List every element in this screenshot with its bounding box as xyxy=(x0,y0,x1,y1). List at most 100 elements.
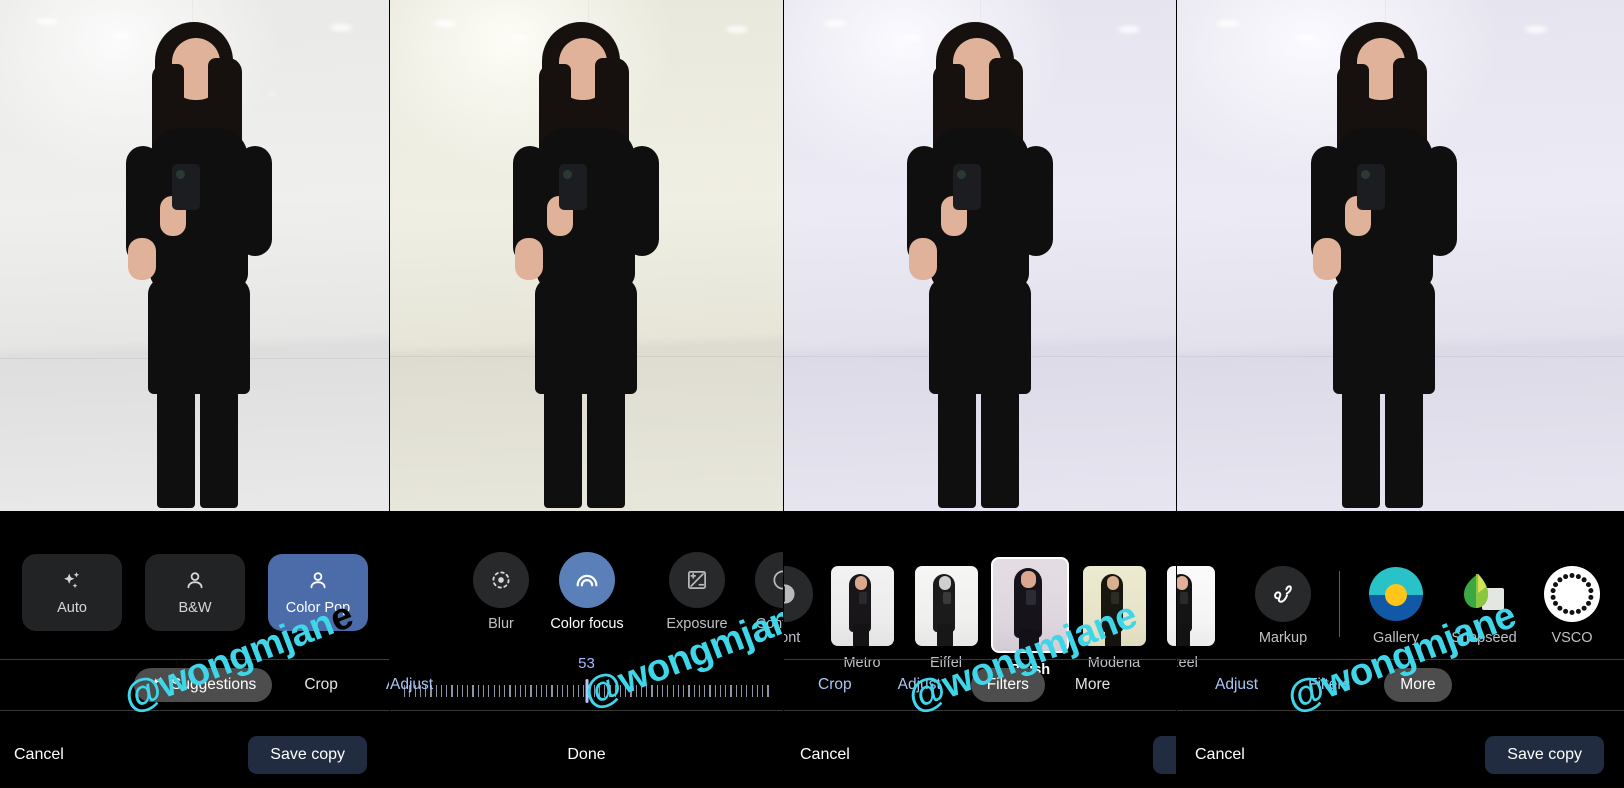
app-snapseed-label: Snapseed xyxy=(1451,630,1517,646)
photo-preview-suggestions[interactable] xyxy=(0,0,389,511)
filter-thumbnail xyxy=(1177,566,1215,646)
contrast-icon xyxy=(784,566,813,622)
filter-modena[interactable]: Modena xyxy=(1072,566,1156,671)
person-figure xyxy=(0,0,389,511)
tab-adjust-label: Adjust xyxy=(386,676,389,694)
app-vsco[interactable]: VSCO xyxy=(1528,566,1616,646)
cancel-button[interactable]: Cancel xyxy=(1195,746,1245,764)
save-copy-button[interactable]: Save copy xyxy=(1153,736,1176,774)
tab-more[interactable]: More xyxy=(1059,668,1126,702)
tool-contrast[interactable]: Cont xyxy=(784,566,820,646)
tool-row-adjust: Blur Color focus Exposure Con xyxy=(390,552,783,632)
save-copy-button[interactable]: Save copy xyxy=(1485,736,1604,774)
tab-adjust[interactable]: Adjust xyxy=(390,668,449,702)
person-figure xyxy=(784,0,1176,511)
tab-filters-label: Filters xyxy=(986,676,1029,693)
suggestion-auto-label: Auto xyxy=(57,600,87,616)
app-row-more: Reel Markup xyxy=(1177,549,1624,671)
divider xyxy=(784,710,1176,711)
tool-color-focus-label: Color focus xyxy=(550,616,624,632)
rainbow-icon xyxy=(559,552,615,608)
divider xyxy=(0,659,389,660)
tool-exposure[interactable]: Exposure xyxy=(654,552,740,632)
suggestion-bw[interactable]: B&W xyxy=(145,554,245,631)
app-vsco-label: VSCO xyxy=(1551,630,1593,646)
contrast-icon xyxy=(755,552,783,608)
tab-adjust-label: Adjust xyxy=(897,676,941,693)
panel-filters: Cont Metro xyxy=(784,0,1176,788)
tab-filters[interactable]: Filters xyxy=(970,668,1045,702)
editor-controls-suggestions: Auto B&W Color Pop Suggestions Crop Canc… xyxy=(0,511,389,788)
footer-more: Cancel Save copy xyxy=(1177,722,1624,788)
snapseed-app-icon xyxy=(1456,566,1512,622)
app-divider xyxy=(1339,571,1340,637)
tab-crop-label: Crop xyxy=(818,676,852,693)
filter-thumbnail xyxy=(914,566,978,646)
tool-contrast[interactable]: Contrast xyxy=(740,552,783,632)
tab-crop[interactable]: Crop xyxy=(802,668,868,702)
tab-more[interactable]: More xyxy=(1384,668,1452,702)
portrait-icon xyxy=(183,569,207,593)
tool-blur-label: Blur xyxy=(488,616,514,632)
photo-preview-adjust[interactable] xyxy=(390,0,783,511)
gallery-app-icon xyxy=(1368,566,1424,622)
tab-row-more: Adjust Filters More xyxy=(1177,668,1624,702)
panel-suggestions: Auto B&W Color Pop Suggestions Crop Canc… xyxy=(0,0,389,788)
blur-icon xyxy=(473,552,529,608)
suggestion-bw-label: B&W xyxy=(178,600,212,616)
divider xyxy=(1177,659,1624,660)
cancel-button[interactable]: Cancel xyxy=(14,746,64,764)
tab-row-filters: Crop Adjust Filters More xyxy=(784,668,1176,702)
footer-filters: Cancel Save copy xyxy=(784,722,1176,788)
sparkle-icon xyxy=(150,675,165,695)
tab-filters-label: Filters xyxy=(1308,676,1351,693)
app-gallery[interactable]: Gallery xyxy=(1352,566,1440,646)
tool-markup-label: Markup xyxy=(1258,630,1308,646)
suggestion-color-pop-label: Color Pop xyxy=(285,600,351,616)
filter-eiffel[interactable]: Eiffel xyxy=(904,566,988,671)
person-figure xyxy=(390,0,783,511)
suggestion-color-pop[interactable]: Color Pop xyxy=(268,554,368,631)
divider xyxy=(390,710,783,711)
tab-more-label: More xyxy=(1400,676,1436,693)
photo-preview-more[interactable] xyxy=(1177,0,1624,511)
tool-color-focus[interactable]: Color focus xyxy=(544,552,630,632)
tab-suggestions-label: Suggestions xyxy=(171,676,257,693)
filter-reel[interactable]: Reel xyxy=(1156,566,1176,671)
filter-metro[interactable]: Metro xyxy=(820,566,904,671)
tab-suggestions[interactable]: Suggestions xyxy=(134,668,273,702)
tool-blur[interactable]: Blur xyxy=(458,552,544,632)
filter-thumbnail xyxy=(830,566,894,646)
suggestion-chip-row: Auto B&W Color Pop xyxy=(0,554,389,631)
suggestion-auto[interactable]: Auto xyxy=(22,554,122,631)
cancel-button[interactable]: Cancel xyxy=(800,746,850,764)
app-snapseed[interactable]: Snapseed xyxy=(1440,566,1528,646)
tab-filters[interactable]: Filters xyxy=(1292,668,1366,702)
photo-preview-filters[interactable] xyxy=(784,0,1176,511)
editor-controls-adjust: Blur Color focus Exposure Con 53 Adjust … xyxy=(390,511,783,788)
screenshot-stage: Auto B&W Color Pop Suggestions Crop Canc… xyxy=(0,0,1624,788)
tab-crop-label: Crop xyxy=(304,676,338,693)
tab-adjust[interactable]: Adjust xyxy=(370,668,389,702)
filter-thumbnail xyxy=(1166,566,1176,646)
tab-adjust[interactable]: Adjust xyxy=(882,668,957,702)
panel-adjust: Blur Color focus Exposure Con 53 Adjust … xyxy=(390,0,783,788)
filter-thumbnail xyxy=(1082,566,1146,646)
tab-row-suggestions: Suggestions Crop Adjust xyxy=(0,668,389,702)
save-copy-button[interactable]: Save copy xyxy=(248,736,367,774)
tab-adjust-label: Adjust xyxy=(390,676,434,693)
tool-markup[interactable]: Markup xyxy=(1239,566,1327,646)
done-button[interactable]: Done xyxy=(567,746,605,764)
person-figure xyxy=(1177,0,1624,511)
filter-reel-trailing[interactable]: Reel xyxy=(1177,566,1225,671)
footer-adjust: Done xyxy=(390,722,783,788)
tab-row-adjust: Adjust xyxy=(390,668,783,702)
tab-crop[interactable]: Crop xyxy=(288,668,354,702)
panel-more: Reel Markup xyxy=(1177,0,1624,788)
tab-adjust[interactable]: Adjust xyxy=(1199,668,1274,702)
tab-adjust-label: Adjust xyxy=(1215,676,1259,693)
tool-contrast-label: Contrast xyxy=(755,616,783,632)
markup-squiggle-icon xyxy=(1255,566,1311,622)
tool-contrast-label: Cont xyxy=(784,630,801,646)
filter-thumbnail xyxy=(991,557,1069,653)
